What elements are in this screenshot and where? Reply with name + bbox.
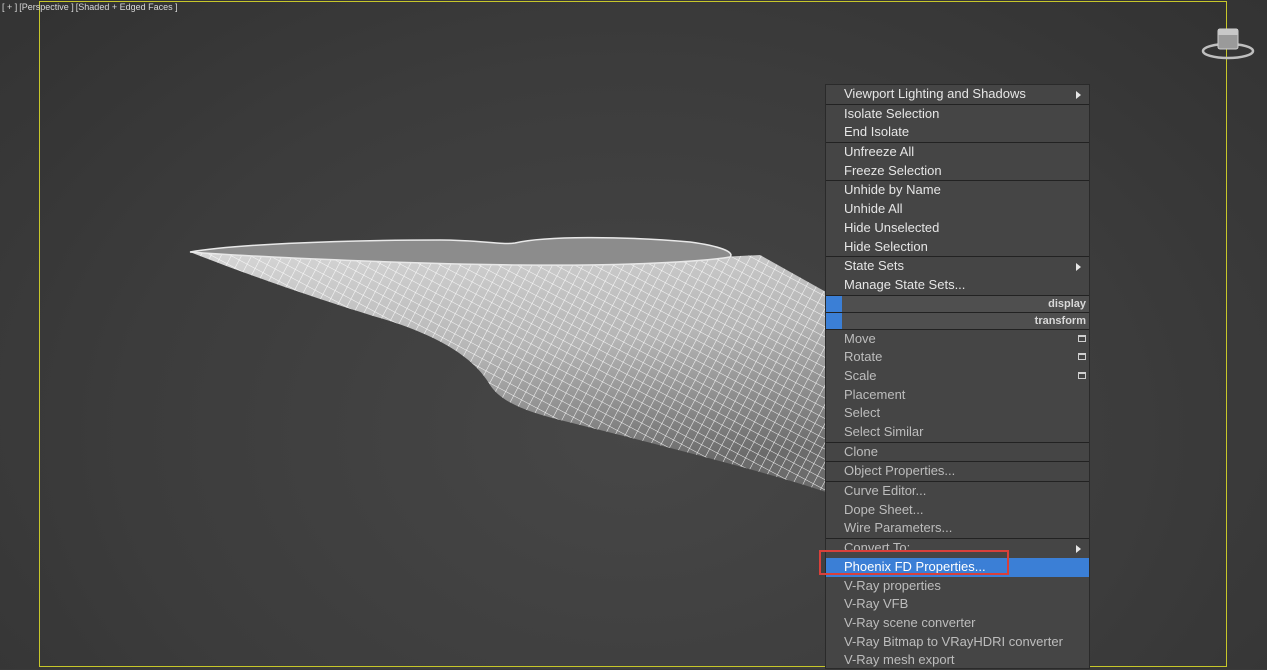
menu-item-freeze-selection[interactable]: Freeze Selection: [826, 162, 1089, 181]
menu-item-label: Scale: [844, 367, 877, 383]
menu-item-phoenix-fd-properties[interactable]: Phoenix FD Properties...: [826, 557, 1089, 577]
menu-item-label: Phoenix FD Properties...: [844, 558, 986, 574]
quad-header-label: display: [1048, 297, 1086, 310]
menu-item-end-isolate[interactable]: End Isolate: [826, 123, 1089, 142]
menu-item-label: V-Ray properties: [844, 577, 941, 593]
settings-box-icon[interactable]: [1078, 334, 1086, 342]
menu-item-label: Viewport Lighting and Shadows: [844, 86, 1026, 101]
quad-header-transform[interactable]: transform: [826, 311, 1089, 329]
menu-item-vray-properties[interactable]: V-Ray properties: [826, 577, 1089, 596]
menu-item-convert-to[interactable]: Convert To:: [826, 538, 1089, 558]
menu-item-label: Select Similar: [844, 424, 924, 439]
menu-item-label: State Sets: [844, 258, 904, 274]
menu-item-label: V-Ray VFB: [844, 596, 909, 612]
quad-header-label: transform: [1034, 314, 1086, 327]
menu-item-clone[interactable]: Clone: [826, 441, 1089, 462]
menu-item-label: Rotate: [844, 349, 883, 365]
menu-item-label: V-Ray mesh export: [844, 652, 955, 668]
menu-item-label: End Isolate: [844, 124, 910, 140]
menu-item-label: Clone: [844, 443, 878, 459]
menu-item-vray-vfb[interactable]: V-Ray VFB: [826, 595, 1089, 614]
menu-item-label: Freeze Selection: [844, 162, 942, 178]
menu-item-hide-selection[interactable]: Hide Selection: [826, 238, 1089, 257]
menu-item-vray-scene-converter[interactable]: V-Ray scene converter: [826, 614, 1089, 633]
submenu-arrow-icon: [1076, 91, 1081, 99]
submenu-arrow-icon: [1076, 545, 1081, 554]
settings-box-icon[interactable]: [1078, 371, 1086, 379]
menu-item-hide-unselected[interactable]: Hide Unselected: [826, 219, 1089, 238]
menu-item-isolate-selection[interactable]: Isolate Selection: [826, 103, 1089, 124]
menu-item-select[interactable]: Select: [826, 404, 1089, 423]
quad-indicator: [826, 312, 842, 329]
settings-box-icon[interactable]: [1078, 353, 1086, 361]
menu-item-label: Placement: [844, 386, 906, 402]
menu-item-viewport-lighting-and-shadows[interactable]: Viewport Lighting and Shadows: [826, 85, 1089, 104]
submenu-arrow-icon: [1076, 263, 1081, 272]
menu-item-label: Isolate Selection: [844, 105, 940, 121]
menu-item-label: Object Properties...: [844, 463, 956, 479]
menu-item-label: V-Ray Bitmap to VRayHDRI converter: [844, 633, 1063, 649]
menu-item-label: Manage State Sets...: [844, 276, 966, 292]
menu-item-select-similar[interactable]: Select Similar: [826, 423, 1089, 442]
menu-item-wire-parameters[interactable]: Wire Parameters...: [826, 519, 1089, 538]
menu-item-scale[interactable]: Scale: [826, 367, 1089, 386]
menu-item-label: Wire Parameters...: [844, 520, 953, 536]
menu-item-unhide-all[interactable]: Unhide All: [826, 200, 1089, 219]
menu-item-vray-mesh-export[interactable]: V-Ray mesh export: [826, 651, 1089, 670]
menu-item-label: Unhide by Name: [844, 182, 941, 198]
menu-item-vray-bitmap-to-vrayhdri[interactable]: V-Ray Bitmap to VRayHDRI converter: [826, 633, 1089, 652]
menu-item-label: Unfreeze All: [844, 144, 915, 160]
menu-item-move[interactable]: Move: [826, 328, 1089, 349]
menu-item-label: Hide Selection: [844, 238, 928, 254]
menu-item-manage-state-sets[interactable]: Manage State Sets...: [826, 276, 1089, 295]
menu-item-label: Move: [844, 330, 876, 346]
quad-header-display[interactable]: display: [826, 294, 1089, 312]
menu-item-label: Convert To:: [844, 540, 911, 556]
quad-indicator: [826, 295, 842, 312]
menu-item-label: Unhide All: [844, 201, 903, 217]
menu-item-state-sets[interactable]: State Sets: [826, 256, 1089, 276]
menu-item-label: Select: [844, 405, 881, 421]
menu-item-placement[interactable]: Placement: [826, 386, 1089, 405]
menu-item-dope-sheet[interactable]: Dope Sheet...: [826, 501, 1089, 520]
quad-context-menu: Viewport Lighting and Shadows Isolate Se…: [825, 84, 1090, 669]
menu-item-unhide-by-name[interactable]: Unhide by Name: [826, 180, 1089, 200]
menu-item-label: Curve Editor...: [844, 483, 927, 499]
menu-item-rotate[interactable]: Rotate: [826, 348, 1089, 367]
menu-item-unfreeze-all[interactable]: Unfreeze All: [826, 142, 1089, 162]
menu-item-label: Hide Unselected: [844, 219, 940, 235]
menu-item-object-properties[interactable]: Object Properties...: [826, 461, 1089, 481]
menu-item-label: Dope Sheet...: [844, 501, 924, 517]
menu-item-label: V-Ray scene converter: [844, 614, 976, 630]
menu-item-curve-editor[interactable]: Curve Editor...: [826, 481, 1089, 501]
